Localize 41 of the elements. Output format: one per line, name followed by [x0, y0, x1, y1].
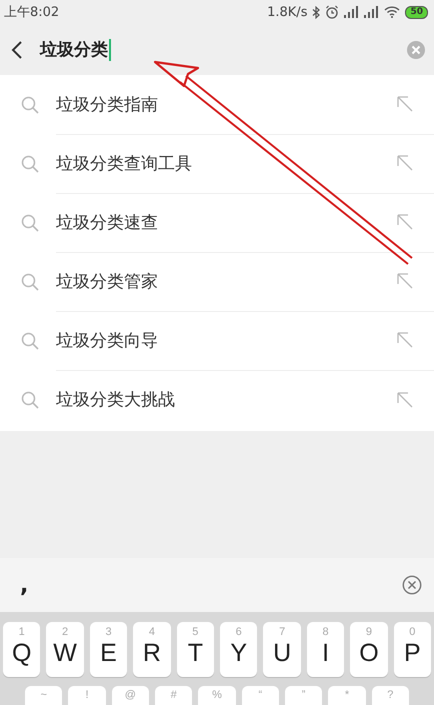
keyboard-key[interactable]: 6 Y	[220, 622, 258, 677]
search-icon	[21, 214, 39, 232]
bluetooth-icon	[312, 6, 320, 18]
keyboard-key[interactable]: 8 I	[306, 622, 344, 677]
fill-arrow-icon[interactable]	[397, 332, 413, 348]
back-icon[interactable]	[11, 40, 23, 60]
fill-arrow-icon[interactable]	[397, 214, 413, 230]
search-icon	[21, 154, 39, 172]
search-icon	[21, 390, 39, 408]
wifi-icon	[384, 6, 400, 18]
search-icon	[21, 332, 39, 350]
close-icon[interactable]	[402, 575, 422, 595]
keyboard-key[interactable]: 2 W	[46, 622, 84, 677]
fill-arrow-icon[interactable]	[397, 96, 413, 112]
keyboard-key[interactable]: 5 T	[176, 622, 214, 677]
candidate-word[interactable]: ,	[20, 572, 28, 598]
search-field[interactable]: 垃圾分类	[40, 36, 407, 64]
signal-icon	[364, 6, 380, 18]
signal-icon	[344, 6, 360, 18]
clear-icon[interactable]	[407, 40, 425, 58]
suggestion-item[interactable]: 垃圾分类管家	[56, 270, 158, 292]
keyboard-key[interactable]: 3 E	[90, 622, 128, 677]
keyboard-key[interactable]: 7 U	[263, 622, 301, 677]
network-speed: 1.8K/s	[267, 4, 308, 20]
keyboard-key[interactable]: 9 O	[350, 622, 388, 677]
suggestion-item[interactable]: 垃圾分类大挑战	[56, 388, 175, 411]
battery-indicator: 50	[405, 6, 428, 18]
status-time: 上午8:02	[4, 4, 60, 21]
search-icon	[21, 96, 39, 114]
fill-arrow-icon[interactable]	[397, 155, 413, 171]
keyboard-key[interactable]: 1 Q	[3, 622, 40, 677]
keyboard-key[interactable]: 0 P	[394, 622, 432, 677]
keyboard-key[interactable]: 4 R	[133, 622, 171, 677]
alarm-icon	[325, 5, 340, 19]
suggestion-item[interactable]: 垃圾分类查询工具	[56, 152, 192, 174]
fill-arrow-icon[interactable]	[397, 392, 413, 408]
suggestion-item[interactable]: 垃圾分类速查	[56, 210, 158, 234]
fill-arrow-icon[interactable]	[397, 273, 413, 289]
search-icon	[21, 272, 39, 290]
suggestion-item[interactable]: 垃圾分类向导	[56, 328, 158, 352]
suggestion-item[interactable]: 垃圾分类指南	[56, 92, 158, 116]
